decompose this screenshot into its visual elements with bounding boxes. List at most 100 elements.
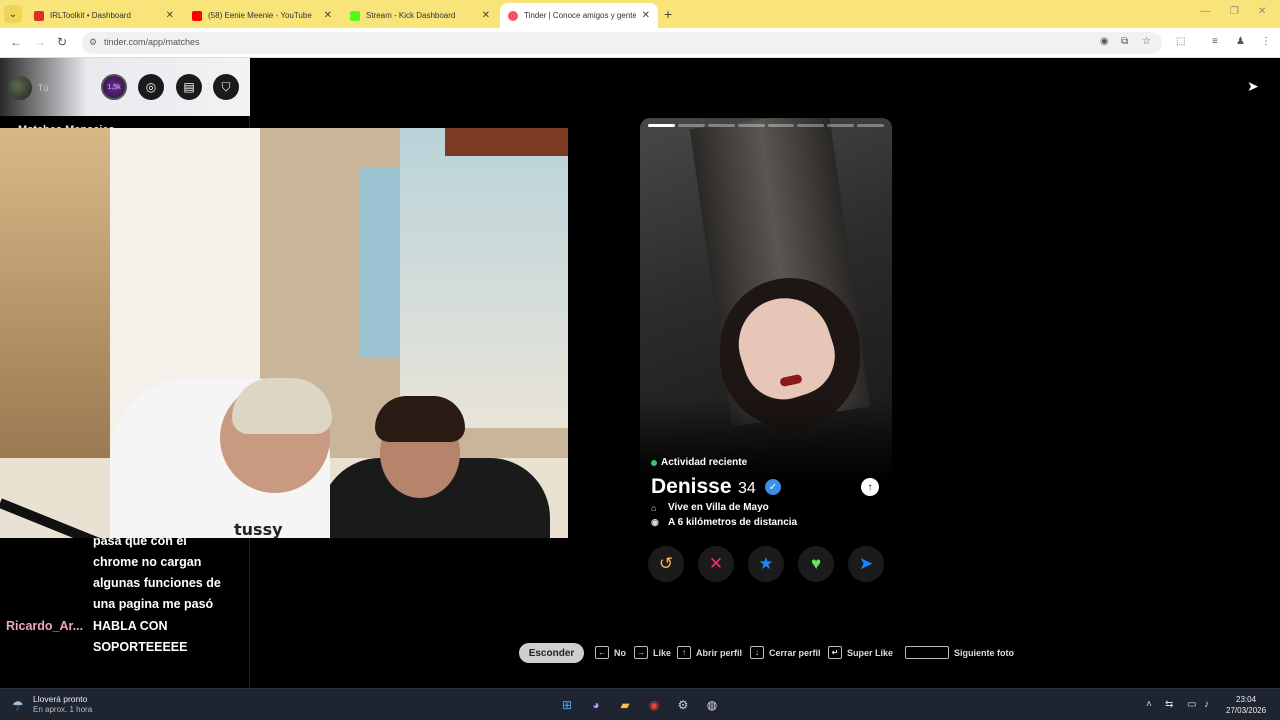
hint-label: No [614, 647, 626, 658]
close-tab-icon[interactable]: ✕ [324, 10, 332, 21]
bookmark-star-icon[interactable]: ☆ [1142, 36, 1151, 47]
hide-hints-button[interactable]: Esconder [519, 643, 584, 663]
network-icon[interactable]: ▭ [1187, 699, 1196, 710]
volume-icon[interactable]: ♪ [1204, 699, 1209, 710]
tinder-favicon-icon [508, 10, 518, 21]
like-button[interactable]: ♥ [798, 546, 834, 582]
gold-likes-button[interactable]: 1,5k [101, 74, 127, 100]
photo-progress-segment[interactable] [737, 124, 765, 127]
webcam-overlay: tussy [0, 128, 568, 538]
recent-activity: Actividad reciente [651, 457, 747, 468]
extensions-icon[interactable]: ⬚ [1176, 36, 1185, 47]
show-hidden-icons-icon[interactable]: ˄ [1146, 699, 1152, 710]
location-pin-icon: ◉ [651, 517, 659, 527]
action-buttons: ↺ ✕ ★ ♥ ➤ [648, 546, 884, 582]
menu-icon[interactable]: ⋮ [1261, 36, 1271, 47]
space-key-icon [905, 646, 949, 659]
enter-key-icon: ↵ [828, 646, 842, 659]
photo-progress-segment[interactable] [797, 124, 825, 127]
you-label[interactable]: Tú [38, 83, 49, 93]
tab-kick[interactable]: Stream - Kick Dashboard ✕ [342, 3, 498, 28]
keyboard-hints-bar: Esconder ← No → Like ↑ Abrir perfil ↓ Cerrar… [0, 640, 1280, 666]
hint-label: Super Like [847, 647, 894, 658]
forward-icon[interactable]: → [34, 35, 46, 49]
cam-person [232, 378, 332, 434]
tab-title: Stream - Kick Dashboard [366, 11, 456, 20]
hint-like: → Like [634, 646, 671, 659]
install-app-icon[interactable]: ⧉ [1121, 36, 1128, 47]
tab-youtube[interactable]: (58) Eenie Meenie - YouTube ✕ [184, 3, 340, 28]
discord-icon[interactable]: ◕ [586, 695, 606, 715]
super-like-button[interactable]: ★ [748, 546, 784, 582]
explore-compass-icon[interactable]: ◎ [138, 74, 164, 100]
avatar[interactable] [8, 76, 32, 100]
tab-title: Tinder | Conoce amigos y gente [524, 11, 636, 20]
profile-header: Tú 1,5k ◎ ▤ ⛉ [0, 58, 250, 116]
new-tab-icon[interactable]: + [664, 6, 672, 22]
down-arrow-key-icon: ↓ [750, 646, 764, 659]
media-controls-icon[interactable]: ≡ [1212, 36, 1218, 47]
activity-label: Actividad reciente [661, 457, 748, 468]
photo-progress-segment[interactable] [707, 124, 735, 127]
tab-search-button[interactable]: ⌄ [4, 5, 22, 23]
profile-card[interactable]: Actividad reciente Denisse 34 ✓ ↑ ⌂ Vive… [640, 118, 892, 590]
weather-subtitle[interactable]: En aprox. 1 hora [33, 705, 92, 714]
photo-progress-segment[interactable] [648, 124, 675, 127]
photo-progress-segment[interactable] [677, 124, 705, 127]
gold-badge: 1,5k [107, 83, 121, 91]
language-icon[interactable]: ⇆ [1165, 699, 1173, 710]
restore-icon[interactable]: ❐ [1230, 6, 1239, 17]
location-icon[interactable]: ◉ [1100, 36, 1109, 47]
back-icon[interactable]: ← [10, 35, 22, 49]
url-text[interactable]: tinder.com/app/matches [104, 37, 200, 47]
photo-progress-segment[interactable] [857, 124, 884, 127]
hint-no: ← No [595, 646, 626, 659]
steam-icon[interactable]: ⚙ [673, 695, 693, 715]
system-clock[interactable]: 23:04 27/03/2026 [1226, 694, 1266, 716]
close-tab-icon[interactable]: ✕ [166, 10, 174, 21]
obs-icon[interactable]: ◍ [702, 695, 722, 715]
chat-message-line: HABLA CON [93, 619, 168, 633]
file-explorer-icon[interactable]: ▰ [615, 695, 635, 715]
shield-icon[interactable]: ⛉ [213, 74, 239, 100]
profile-icon[interactable]: ♟ [1236, 36, 1245, 47]
close-tab-icon[interactable]: ✕ [642, 10, 650, 21]
close-tab-icon[interactable]: ✕ [482, 10, 490, 21]
hint-close-profile: ↓ Cerrar perfil [750, 646, 821, 659]
minimize-icon[interactable]: — [1200, 6, 1210, 17]
close-window-icon[interactable]: ✕ [1258, 6, 1266, 17]
chrome-icon[interactable]: ◉ [644, 695, 664, 715]
tab-irltoolkit[interactable]: IRLToolkit • Dashboard ✕ [26, 3, 182, 28]
reload-icon[interactable]: ↻ [57, 35, 67, 49]
photo-progress-segment[interactable] [767, 124, 795, 127]
site-info-icon[interactable]: ⚙ [89, 37, 97, 48]
browser-tab-strip: ⌄ IRLToolkit • Dashboard ✕ (58) Eenie Me… [0, 0, 1280, 28]
briefcase-icon[interactable]: ▤ [176, 74, 202, 100]
residence-text: Vive en Villa de Mayo [668, 502, 769, 513]
hint-label: Cerrar perfil [769, 647, 821, 658]
boost-button[interactable]: ➤ [848, 546, 884, 582]
hint-label: Abrir perfil [696, 647, 743, 658]
photo-progress-segment[interactable] [827, 124, 855, 127]
start-icon[interactable]: ⊞ [557, 695, 577, 715]
weather-icon[interactable]: ☂ [12, 698, 24, 714]
up-arrow-key-icon: ↑ [677, 646, 691, 659]
tab-tinder[interactable]: Tinder | Conoce amigos y gente ✕ [500, 3, 658, 28]
address-bar[interactable]: ⚙ tinder.com/app/matches [82, 32, 1162, 54]
open-profile-icon[interactable]: ↑ [861, 478, 879, 496]
chat-username: Ricardo_Ar... [6, 619, 84, 633]
nope-button[interactable]: ✕ [698, 546, 734, 582]
rewind-button[interactable]: ↺ [648, 546, 684, 582]
online-dot-icon [651, 459, 657, 466]
hint-label: Like [653, 647, 672, 658]
profile-age: 34 [738, 480, 756, 497]
clock-date: 27/03/2026 [1226, 706, 1267, 715]
irltoolkit-favicon-icon [34, 10, 44, 21]
chat-message-line: pasa que con el [93, 534, 187, 548]
mouse-cursor-icon: ➤ [1247, 78, 1259, 94]
home-icon: ⌂ [651, 502, 657, 513]
photo-progress-bar[interactable] [648, 124, 884, 127]
hint-label: Siguiente foto [954, 647, 1014, 658]
weather-title[interactable]: Lloverá pronto [33, 694, 87, 704]
chat-message-line: algunas funciones de [93, 576, 221, 590]
